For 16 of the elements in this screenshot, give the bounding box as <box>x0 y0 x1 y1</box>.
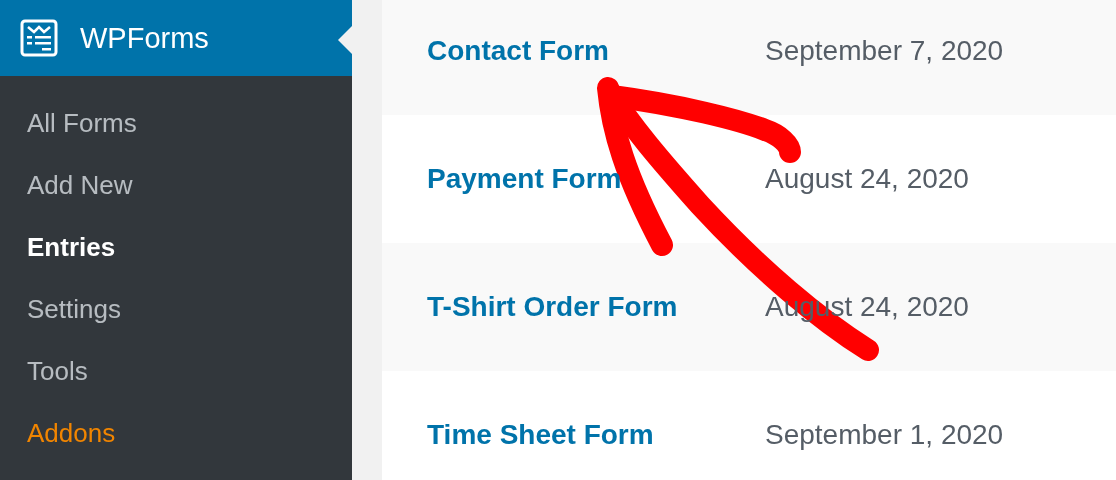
date-text: September 1, 2020 <box>765 419 1004 451</box>
menu-item[interactable]: Add New <box>27 167 133 203</box>
form-link[interactable]: Contact Form <box>427 35 765 67</box>
menu-item[interactable]: Addons <box>27 415 116 451</box>
form-link[interactable]: Payment Form <box>427 163 765 195</box>
date-text: August 24, 2020 <box>765 163 969 195</box>
menu-item[interactable]: All Forms <box>27 105 137 141</box>
current-menu-pointer <box>338 26 352 54</box>
form-link[interactable]: Time Sheet Form <box>427 419 765 451</box>
form-icon <box>20 19 58 57</box>
plugin-title: WPForms <box>80 21 209 55</box>
form-link[interactable]: T-Shirt Order Form <box>427 291 765 323</box>
menu-item[interactable]: Settings <box>27 291 121 327</box>
menu-item[interactable]: Entries <box>27 229 116 265</box>
menu-item[interactable]: Tools <box>27 353 88 389</box>
date-text: September 7, 2020 <box>765 35 1004 67</box>
